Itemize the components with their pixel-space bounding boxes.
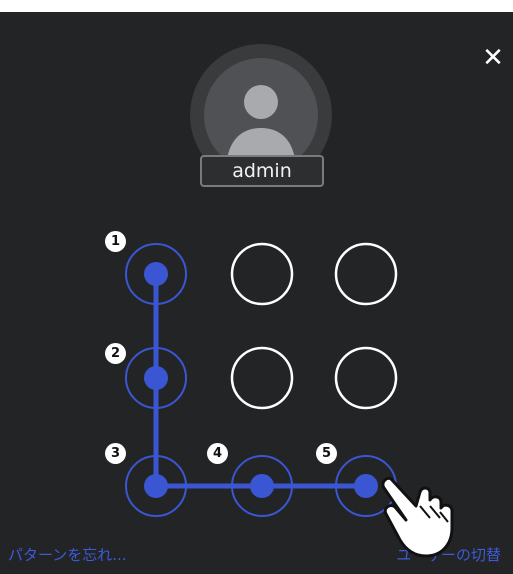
pattern-unlock-dialog: ✕ admin 1 2 3 4 5 パターンを忘れ... ユーザーの切替 xyxy=(0,12,513,574)
step-badge-3: 3 xyxy=(105,443,126,464)
pattern-node-0-1[interactable] xyxy=(230,242,294,306)
pattern-node-0-2[interactable] xyxy=(334,242,398,306)
step-badge-2: 2 xyxy=(105,343,126,364)
pattern-node-dot-2-1 xyxy=(250,474,274,498)
step-badge-4: 4 xyxy=(207,443,228,464)
pattern-node-dot-1-0 xyxy=(144,366,168,390)
pattern-node-1-2[interactable] xyxy=(334,346,398,410)
pattern-node-dot-0-0 xyxy=(144,262,168,286)
pattern-node-dot-2-2 xyxy=(354,474,378,498)
step-badge-1: 1 xyxy=(105,231,126,252)
forgot-pattern-link[interactable]: パターンを忘れ... xyxy=(8,544,127,565)
step-badge-5: 5 xyxy=(316,443,337,464)
tap-hand-icon xyxy=(381,476,454,558)
pattern-node-dot-2-0 xyxy=(144,474,168,498)
pattern-node-1-1[interactable] xyxy=(230,346,294,410)
